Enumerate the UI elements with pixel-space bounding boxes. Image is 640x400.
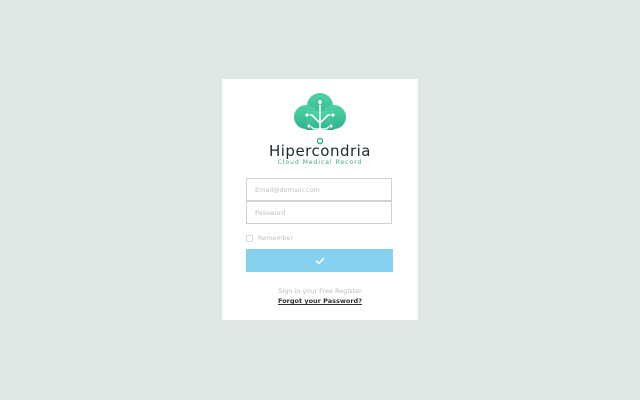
login-card: Hipercondria Cloud Medical Record Rememb… — [222, 79, 418, 320]
brand-tagline: Cloud Medical Record — [277, 159, 363, 166]
brand-name: Hipercondria — [268, 142, 371, 160]
logo — [222, 91, 418, 145]
forgot-password-link[interactable]: Forgot your Password? — [222, 297, 418, 306]
email-field[interactable] — [246, 178, 392, 201]
tree-logo-icon — [294, 93, 346, 145]
register-link[interactable]: Sign in your Free Register — [222, 287, 418, 295]
remember-row[interactable]: Remember — [246, 233, 293, 243]
password-field[interactable] — [246, 201, 392, 224]
login-button[interactable] — [246, 249, 393, 272]
footer-links: Sign in your Free Register Forgot your P… — [222, 287, 418, 306]
remember-label: Remember — [258, 234, 294, 242]
remember-checkbox[interactable] — [246, 234, 253, 242]
check-icon — [315, 257, 324, 264]
